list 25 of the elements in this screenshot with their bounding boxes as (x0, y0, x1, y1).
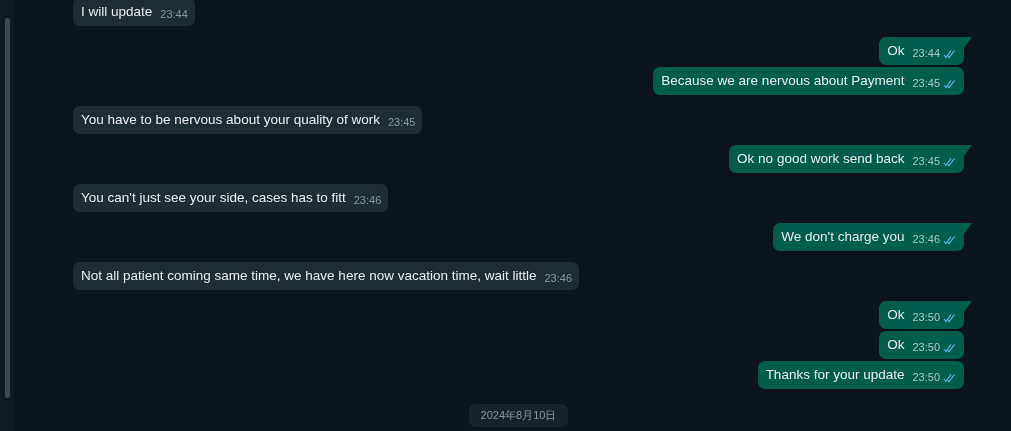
message-text: Ok (887, 306, 905, 323)
message-text: Ok (887, 336, 905, 353)
message-time: 23:44 (160, 7, 188, 22)
message-time: 23:46 (544, 271, 572, 286)
message-text: You can't just see your side, cases has to fitt (81, 189, 346, 206)
message-time: 23:45 (912, 154, 940, 169)
message-time: 23:50 (912, 310, 940, 325)
message-text: Ok (887, 42, 905, 59)
message-text: Because we are nervous about Payment (661, 72, 905, 89)
date-chip: 2024年8月10日 (468, 404, 569, 427)
message-time: 23:46 (353, 193, 382, 208)
scrollbar[interactable] (0, 0, 14, 431)
message-time: 23:50 (912, 370, 940, 385)
message-time: 23:45 (912, 76, 940, 91)
message-time: 23:46 (912, 232, 940, 247)
message-text: You have to be nervous about your quality of work (81, 111, 380, 128)
message-time: 23:50 (912, 340, 940, 355)
message-time: 23:44 (912, 46, 940, 61)
message-text: Not all patient coming same time, we have here now vacation time, wait little (81, 267, 537, 284)
scrollbar-thumb[interactable] (4, 18, 10, 398)
message-text: I will update (81, 3, 153, 20)
message-text: Thanks for your update (765, 366, 905, 383)
message-text: Ok no good work send back (737, 150, 905, 167)
message-text: We don't charge you (781, 228, 905, 245)
message-time: 23:45 (387, 115, 416, 130)
